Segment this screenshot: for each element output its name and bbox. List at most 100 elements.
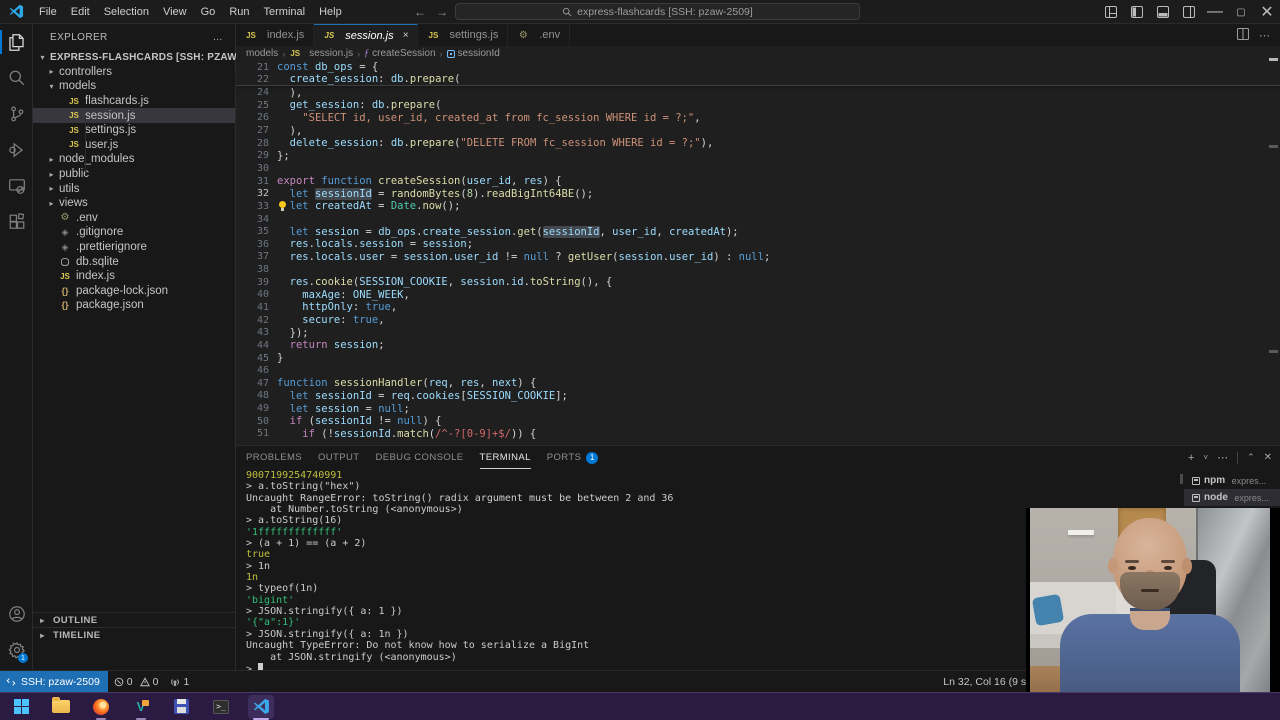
settings-icon[interactable]: 1 bbox=[0, 632, 33, 668]
tab-settings-js[interactable]: JS settings.js bbox=[418, 24, 509, 46]
tree-item-utils[interactable]: ▸ utils bbox=[33, 181, 235, 196]
terminal-dropdown-icon[interactable]: ˅ bbox=[1203, 453, 1208, 462]
code-line-34[interactable]: 34 bbox=[236, 213, 1280, 226]
remote-explorer-activity-icon[interactable] bbox=[0, 168, 33, 204]
panel-tab-ports[interactable]: PORTS 1 bbox=[547, 446, 599, 469]
terminal-list-scrollbar[interactable] bbox=[1180, 474, 1183, 484]
taskbar-save-app[interactable] bbox=[168, 695, 194, 719]
toggle-panel-icon[interactable] bbox=[1150, 0, 1176, 24]
breadcrumb-sessionId[interactable]: sessionId bbox=[446, 48, 500, 59]
tree-item-db-sqlite[interactable]: db.sqlite bbox=[33, 254, 235, 269]
breadcrumb-session-js[interactable]: JS session.js bbox=[289, 48, 353, 59]
taskbar-start[interactable] bbox=[8, 695, 34, 719]
tree-item-controllers[interactable]: ▸ controllers bbox=[33, 65, 235, 80]
menu-edit[interactable]: Edit bbox=[64, 0, 97, 23]
remote-indicator[interactable]: SSH: pzaw-2509 bbox=[0, 671, 108, 692]
toggle-sidebar-icon[interactable] bbox=[1124, 0, 1150, 24]
panel-tab-problems[interactable]: PROBLEMS bbox=[246, 446, 302, 469]
extensions-activity-icon[interactable] bbox=[0, 204, 33, 240]
ports-status[interactable]: 1 bbox=[164, 676, 195, 688]
panel-more-icon[interactable]: ⋯ bbox=[1217, 451, 1228, 464]
tree-item-settings-js[interactable]: JS settings.js bbox=[33, 123, 235, 138]
tree-item-flashcards-js[interactable]: JS flashcards.js bbox=[33, 94, 235, 109]
tree-item-index-js[interactable]: JS index.js bbox=[33, 269, 235, 284]
code-line-22[interactable]: 22 create_session: db.prepare( bbox=[236, 73, 1280, 87]
panel-tab-debug-console[interactable]: DEBUG CONSOLE bbox=[375, 446, 463, 469]
breadcrumb-models[interactable]: models bbox=[246, 48, 278, 59]
cursor-position[interactable]: Ln 32, Col 16 (9 se bbox=[943, 671, 1032, 693]
taskbar-vscode[interactable] bbox=[248, 694, 274, 720]
menu-go[interactable]: Go bbox=[194, 0, 223, 23]
code-line-29[interactable]: 29}; bbox=[236, 149, 1280, 162]
code-line-31[interactable]: 31 export function createSession(user_id,… bbox=[236, 175, 1280, 188]
code-line-48[interactable]: 48 let sessionId = req.cookies[SESSION_C… bbox=[236, 390, 1280, 403]
code-line-44[interactable]: 44 return session; bbox=[236, 339, 1280, 352]
code-line-50[interactable]: 50 if (sessionId != null) { bbox=[236, 415, 1280, 428]
explorer-more-icon[interactable]: … bbox=[213, 32, 223, 43]
code-line-35[interactable]: 35 let session = db_ops.create_session.g… bbox=[236, 225, 1280, 238]
taskbar-security-app[interactable]: V bbox=[128, 695, 154, 720]
code-line-32[interactable]: 32 let sessionId = randomBytes(8).readBi… bbox=[236, 187, 1280, 200]
tree-item-package-lock-json[interactable]: {} package-lock.json bbox=[33, 284, 235, 299]
search-activity-icon[interactable] bbox=[0, 60, 33, 96]
code-line-37[interactable]: 37 res.locals.user = session.user_id != … bbox=[236, 251, 1280, 264]
toggle-secondary-sidebar-icon[interactable] bbox=[1176, 0, 1202, 24]
account-icon[interactable] bbox=[0, 596, 33, 632]
code-line-43[interactable]: 43 }); bbox=[236, 326, 1280, 339]
explorer-activity-icon[interactable] bbox=[0, 24, 33, 60]
tab-close-icon[interactable]: × bbox=[403, 30, 409, 41]
source-control-activity-icon[interactable] bbox=[0, 96, 33, 132]
code-line-46[interactable]: 46 bbox=[236, 364, 1280, 377]
taskbar-terminal-app[interactable]: >_ bbox=[208, 695, 234, 719]
new-terminal-icon[interactable]: + bbox=[1188, 452, 1194, 464]
split-editor-icon[interactable] bbox=[1236, 27, 1250, 43]
terminal-instance-npm[interactable]: npm expres... bbox=[1184, 472, 1280, 489]
maximize-button[interactable]: ▢ bbox=[1228, 0, 1254, 24]
code-line-28[interactable]: 28 delete_session: db.prepare("DELETE FR… bbox=[236, 137, 1280, 150]
nav-back-icon[interactable]: ← bbox=[414, 5, 426, 19]
breadcrumb-createSession[interactable]: ƒ createSession bbox=[364, 48, 435, 59]
customize-layout-icon[interactable] bbox=[1098, 0, 1124, 24]
lightbulb-icon[interactable] bbox=[278, 201, 287, 212]
terminal-instance-node[interactable]: node expres... bbox=[1184, 489, 1280, 506]
close-panel-icon[interactable]: ✕ bbox=[1264, 452, 1272, 463]
tree-item-package-json[interactable]: {} package.json bbox=[33, 298, 235, 313]
code-line-45[interactable]: 45} bbox=[236, 352, 1280, 365]
code-line-47[interactable]: 47 function sessionHandler(req, res, next… bbox=[236, 377, 1280, 390]
tree-item-user-js[interactable]: JS user.js bbox=[33, 138, 235, 153]
panel-tab-output[interactable]: OUTPUT bbox=[318, 446, 359, 469]
code-editor[interactable]: 21 const db_ops = {22 create_session: db.… bbox=[236, 61, 1280, 445]
code-line-49[interactable]: 49 let session = null; bbox=[236, 402, 1280, 415]
menu-view[interactable]: View bbox=[156, 0, 194, 23]
menu-terminal[interactable]: Terminal bbox=[257, 0, 313, 23]
taskbar-firefox[interactable] bbox=[88, 695, 114, 720]
code-line-27[interactable]: 27 ), bbox=[236, 124, 1280, 137]
menu-help[interactable]: Help bbox=[312, 0, 349, 23]
nav-forward-icon[interactable]: → bbox=[436, 5, 448, 19]
taskbar-file-explorer[interactable] bbox=[48, 695, 74, 719]
tree-item-views[interactable]: ▸ views bbox=[33, 196, 235, 211]
tree-item-express-flashcards-ssh-pzaw-2509-[interactable]: ▾ EXPRESS-FLASHCARDS [SSH: PZAW-2509] bbox=[33, 50, 266, 65]
tree-item--gitignore[interactable]: ◈ .gitignore bbox=[33, 225, 235, 240]
close-button[interactable]: ✕ bbox=[1254, 0, 1280, 24]
section-timeline[interactable]: ▸ TIMELINE bbox=[33, 627, 235, 642]
run-debug-activity-icon[interactable] bbox=[0, 132, 33, 168]
tree-item-public[interactable]: ▸ public bbox=[33, 167, 235, 182]
problems-status[interactable]: 0 0 bbox=[108, 676, 165, 688]
section-outline[interactable]: ▸ OUTLINE bbox=[33, 612, 235, 627]
tree-item-session-js[interactable]: JS session.js bbox=[33, 108, 235, 123]
search-command-center[interactable]: express-flashcards [SSH: pzaw-2509] bbox=[455, 3, 860, 20]
menu-file[interactable]: File bbox=[32, 0, 64, 23]
tab-index-js[interactable]: JS index.js bbox=[236, 24, 315, 46]
code-line-26[interactable]: 26 "SELECT id, user_id, created_at from … bbox=[236, 112, 1280, 125]
code-line-51[interactable]: 51 if (!sessionId.match(/^-?[0-9]+$/)) { bbox=[236, 428, 1280, 441]
tab-session-js[interactable]: JS session.js × bbox=[314, 24, 419, 46]
code-line-42[interactable]: 42 secure: true, bbox=[236, 314, 1280, 327]
code-line-24[interactable]: 24 ), bbox=[236, 86, 1280, 99]
panel-tab-terminal[interactable]: TERMINAL bbox=[479, 446, 531, 469]
code-line-39[interactable]: 39 res.cookie(SESSION_COOKIE, session.id… bbox=[236, 276, 1280, 289]
minimize-button[interactable]: — bbox=[1202, 0, 1228, 24]
code-line-41[interactable]: 41 httpOnly: true, bbox=[236, 301, 1280, 314]
maximize-panel-icon[interactable]: ⌃ bbox=[1247, 452, 1255, 463]
tab-env[interactable]: ⚙ .env bbox=[508, 24, 571, 46]
